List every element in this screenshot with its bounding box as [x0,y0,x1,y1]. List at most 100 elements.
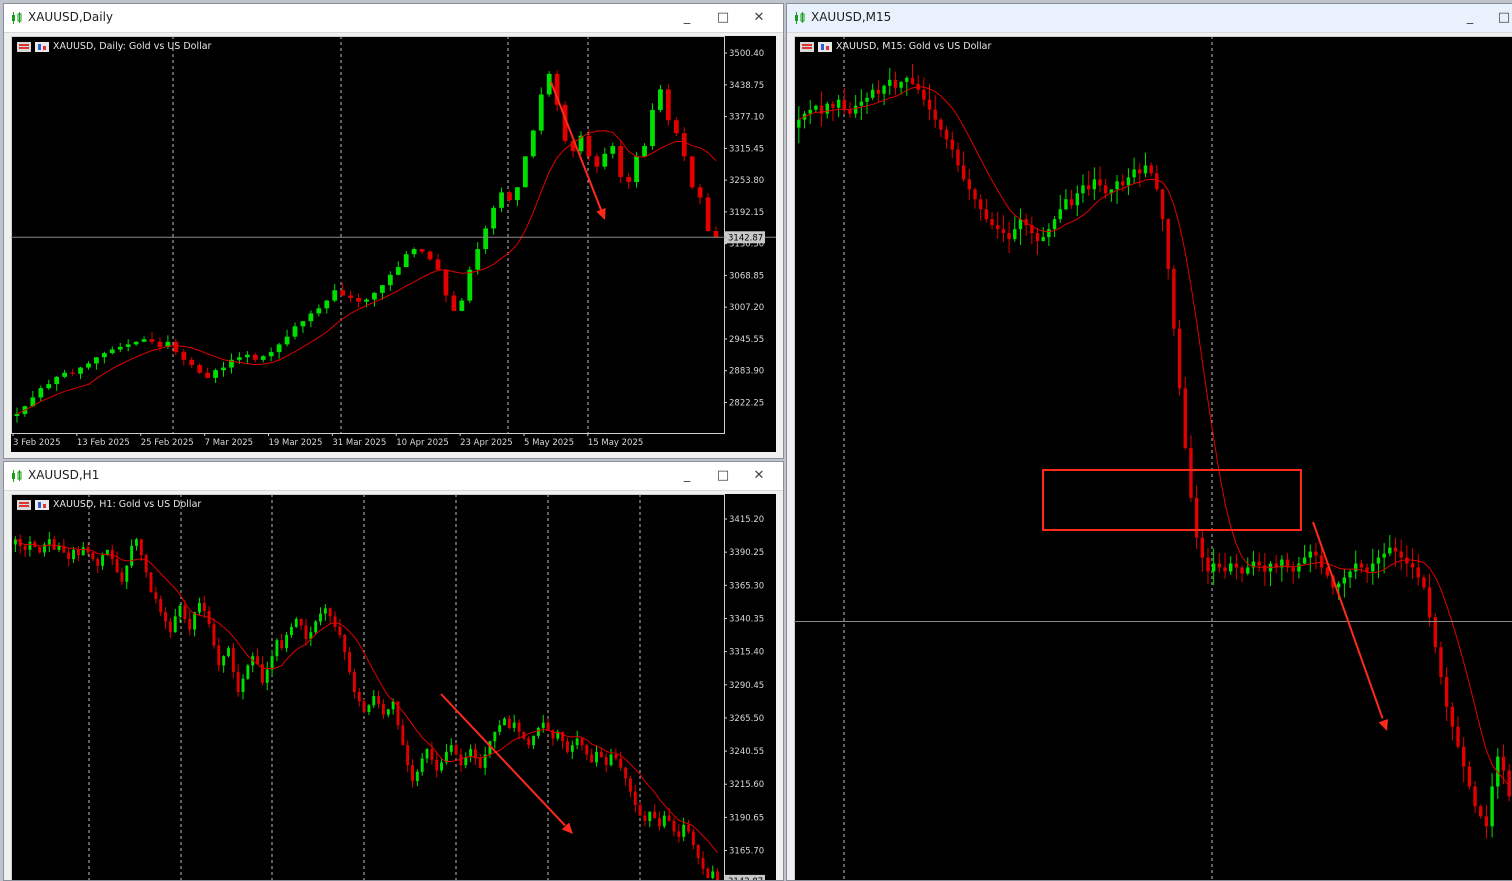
candle-body [348,295,353,298]
candle-body [135,539,138,546]
candle-body [295,619,298,627]
candle-body [1013,229,1016,239]
candle-body [1417,568,1420,578]
candle-body [507,192,512,200]
candle-body [396,267,401,275]
candle-body [706,869,709,878]
minimize-button[interactable]: _ [1461,8,1479,28]
y-tick-label: 3253.80 [729,176,764,186]
candle-body [674,120,679,133]
candle-body [1240,568,1243,574]
candle-body [253,355,258,360]
y-tick-label: 3390.25 [729,548,764,558]
candle-body [860,102,863,106]
candlestick-chart: 3500.403438.753377.103315.453253.803192.… [11,36,776,452]
candle-body [96,559,99,566]
candle-body [1036,233,1039,241]
candle-body [428,252,433,260]
candle-body [690,156,695,187]
y-tick-label: 2883.90 [729,367,764,377]
moving-average-line [799,87,1509,786]
candle-body [587,136,592,157]
candle-body [1337,583,1340,587]
candle-body [648,812,651,821]
candle-body [367,705,370,712]
y-tick-label: 3192.15 [729,208,764,218]
candle-body [275,640,278,656]
candle-body [1246,568,1249,574]
candle-body [101,555,104,566]
candle-body [111,550,114,559]
candle-body [1468,767,1471,787]
candle-body [503,719,506,726]
candle-body [956,150,959,166]
candle-body [605,757,608,765]
candle-body [314,622,317,633]
close-button[interactable]: ✕ [750,8,768,28]
candle-body [134,342,139,345]
candle-body [639,805,642,816]
candle-body [585,745,588,754]
candle-body [58,546,61,550]
candle-body [945,130,948,140]
candle-body [102,353,107,357]
candle-body [363,701,366,712]
candle-body [697,845,700,858]
candle-body [412,249,417,254]
close-button[interactable]: ✕ [750,466,768,486]
candle-body [888,80,891,86]
candlestick-icon [794,12,805,24]
window-titlebar[interactable]: XAUUSD,M15 _ □ [787,4,1512,33]
candle-body [401,725,404,745]
candle-body [261,356,266,360]
window-titlebar[interactable]: XAUUSD,Daily _ □ ✕ [4,4,783,33]
candle-body [121,572,124,581]
candle-body [324,301,329,309]
candle-body [629,778,632,791]
candle-body [1155,173,1158,189]
candle-body [1502,757,1505,771]
chart-window-daily[interactable]: XAUUSD,Daily _ □ ✕ 3500.403438.753377.10… [3,3,784,459]
chart-window-h1[interactable]: XAUUSD,H1 _ □ ✕ 3415.203390.253365.30334… [3,461,784,881]
candle-body [499,192,504,207]
x-tick-label: 19 Mar 2025 [268,438,322,448]
candle-body [711,871,714,878]
chart-area-daily[interactable]: 3500.403438.753377.103315.453253.803192.… [11,36,776,452]
candle-body [150,572,153,592]
trading-icon [800,42,814,52]
candle-body [1263,566,1266,572]
chart-area-m15[interactable]: XAUUSD, M15: Gold vs US Dollar [794,36,1512,881]
chart-label-text: XAUUSD, Daily: Gold vs US Dollar [53,41,211,52]
candle-body [1422,577,1425,587]
maximize-button[interactable]: □ [1495,8,1512,28]
minimize-button[interactable]: _ [678,466,696,486]
consolidation-box [1043,470,1301,530]
candle-body [602,154,607,167]
candle-body [831,104,834,108]
candle-body [1485,816,1488,826]
minimize-button[interactable]: _ [678,8,696,28]
candle-body [668,816,671,821]
candle-body [1445,677,1448,707]
candle-body [491,208,496,229]
candle-body [421,758,424,771]
candle-body [714,231,719,237]
plot-frame [12,495,725,881]
candle-body [600,752,603,757]
chart-window-m15[interactable]: XAUUSD,M15 _ □ XAUUSD, M15: Gold vs US D… [786,3,1512,881]
candle-body [692,832,695,845]
maximize-button[interactable]: □ [714,8,732,28]
candle-body [1354,564,1357,572]
candle-body [118,347,123,350]
candle-body [197,365,202,373]
candle-body [894,80,897,88]
candle-body [1507,771,1510,797]
chart-area-h1[interactable]: 3415.203390.253365.303340.353315.403290.… [11,494,776,881]
candle-body [290,627,293,635]
candle-body [411,765,414,781]
candle-body [594,156,599,166]
window-titlebar[interactable]: XAUUSD,H1 _ □ ✕ [4,462,783,491]
maximize-button[interactable]: □ [714,466,732,486]
candle-body [1297,564,1300,572]
candle-body [242,679,245,692]
